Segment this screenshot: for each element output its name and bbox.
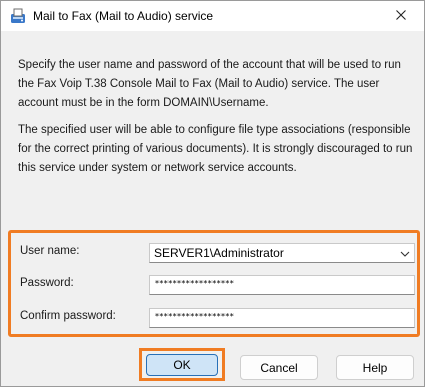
password-label: Password: (20, 277, 74, 289)
ok-button[interactable]: OK (146, 354, 218, 376)
dialog-window: Mail to Fax (Mail to Audio) service Spec… (0, 0, 425, 387)
confirm-password-label: Confirm password: (20, 310, 116, 322)
username-label: User name: (20, 245, 80, 257)
cancel-button[interactable]: Cancel (240, 355, 318, 380)
chevron-down-icon (400, 249, 410, 257)
description-paragraph-1: Specify the user name and password of th… (18, 59, 401, 109)
username-value: SERVER1\Administrator (154, 246, 284, 260)
mail-fax-app-icon (10, 8, 26, 24)
confirm-password-field[interactable]: ****************** (149, 308, 415, 328)
confirm-password-mask: ****************** (155, 312, 235, 321)
description-paragraph-2: The specified user will be able to confi… (18, 124, 413, 174)
help-button[interactable]: Help (336, 355, 414, 380)
title-bar: Mail to Fax (Mail to Audio) service (1, 1, 424, 31)
password-mask: ****************** (155, 279, 235, 288)
password-field[interactable]: ****************** (149, 275, 415, 295)
close-button[interactable] (378, 1, 424, 31)
close-icon (396, 7, 406, 25)
username-select[interactable]: SERVER1\Administrator (149, 243, 415, 263)
credentials-highlight-box: User name: SERVER1\Administrator Passwor… (8, 230, 420, 337)
window-title: Mail to Fax (Mail to Audio) service (33, 9, 214, 23)
